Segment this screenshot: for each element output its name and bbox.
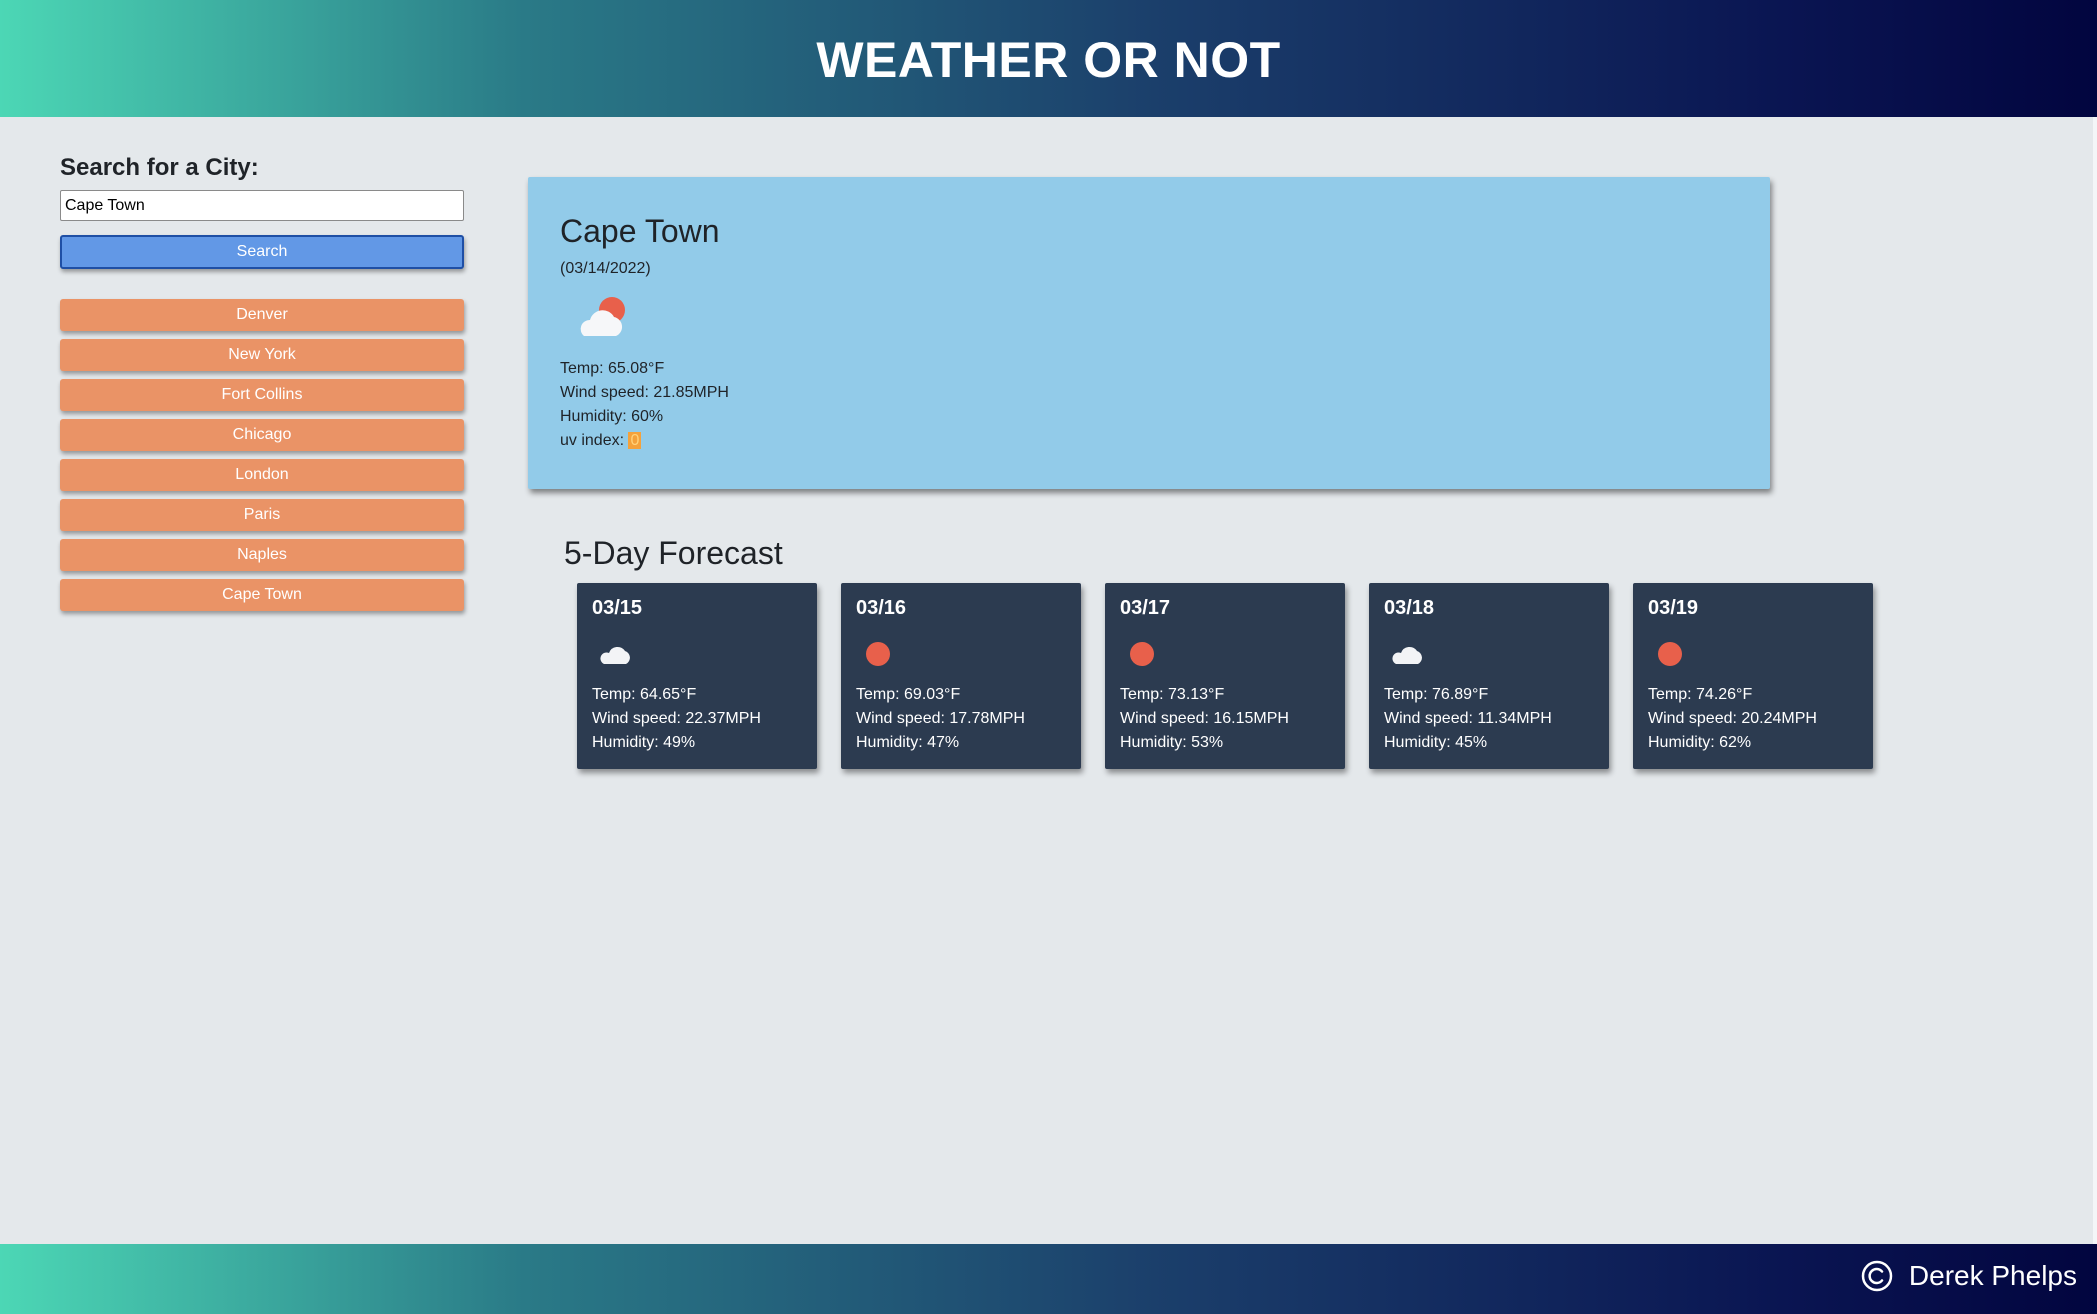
app-header: WEATHER OR NOT (0, 0, 2097, 117)
forecast-wind: Wind speed: 17.78MPH (856, 710, 1025, 727)
forecast-temp: Temp: 73.13°F (1120, 686, 1225, 703)
sun-icon (1658, 642, 1682, 666)
sun-icon (1130, 642, 1154, 666)
forecast-card: 03/16 Temp: 69.03°F Wind speed: 17.78MPH… (841, 583, 1081, 769)
forecast-wind: Wind speed: 22.37MPH (592, 710, 761, 727)
history-button-new-york[interactable]: New York (60, 339, 464, 371)
history-button-paris[interactable]: Paris (60, 499, 464, 531)
forecast-date: 03/17 (1120, 597, 1171, 619)
city-search-input[interactable] (60, 190, 464, 221)
forecast-temp: Temp: 76.89°F (1384, 686, 1489, 703)
current-wind: Wind speed: 21.85MPH (560, 384, 729, 401)
forecast-temp: Temp: 64.65°F (592, 686, 697, 703)
uv-badge: 0 (628, 432, 642, 449)
cloud-icon (1392, 646, 1422, 664)
current-humidity: Humidity: 60% (560, 408, 664, 425)
history-button-london[interactable]: London (60, 459, 464, 491)
forecast-wind: Wind speed: 16.15MPH (1120, 710, 1289, 727)
forecast-card: 03/18 Temp: 76.89°F Wind speed: 11.34MPH… (1369, 583, 1609, 769)
partly-cloudy-icon (580, 297, 625, 336)
forecast-temp: Temp: 69.03°F (856, 686, 961, 703)
copyright-icon (1861, 1260, 1893, 1292)
forecast-date: 03/16 (856, 597, 907, 619)
forecast-title: 5-Day Forecast (564, 535, 783, 571)
current-uv: uv index: 0 (560, 429, 1738, 453)
footer-credit: Derek Phelps (1861, 1260, 2077, 1292)
current-date: (03/14/2022) (560, 260, 651, 277)
author-name: Derek Phelps (1908, 1260, 2077, 1291)
history-button-naples[interactable]: Naples (60, 539, 464, 571)
current-temp: Temp: 65.08°F (560, 360, 665, 377)
forecast-card: 03/15 Temp: 64.65°F Wind speed: 22.37MPH… (577, 583, 817, 769)
cloud-icon (600, 646, 630, 664)
sun-icon (866, 642, 890, 666)
sidebar: Search for a City: Search Denver New Yor… (60, 154, 465, 619)
forecast-humidity: Humidity: 47% (856, 734, 960, 751)
uv-label: uv index: (560, 432, 629, 449)
search-history: Denver New York Fort Collins Chicago Lon… (60, 299, 465, 611)
app-footer: Derek Phelps (0, 1244, 2097, 1314)
current-weather-card: Cape Town (03/14/2022) Temp: 65.08°F Win… (528, 177, 1770, 489)
history-button-fort-collins[interactable]: Fort Collins (60, 379, 464, 411)
forecast-humidity: Humidity: 53% (1120, 734, 1224, 751)
forecast-date: 03/15 (592, 597, 643, 619)
forecast-humidity: Humidity: 49% (592, 734, 696, 751)
forecast-row: 03/15 Temp: 64.65°F Wind speed: 22.37MPH… (577, 583, 1873, 769)
forecast-temp: Temp: 74.26°F (1648, 686, 1753, 703)
page-edge (2093, 117, 2097, 1244)
history-button-cape-town[interactable]: Cape Town (60, 579, 464, 611)
forecast-humidity: Humidity: 62% (1648, 734, 1752, 751)
current-city-name: Cape Town (560, 213, 720, 249)
forecast-date: 03/18 (1384, 597, 1435, 619)
history-button-denver[interactable]: Denver (60, 299, 464, 331)
search-button[interactable]: Search (60, 235, 464, 269)
forecast-card: 03/19 Temp: 74.26°F Wind speed: 20.24MPH… (1633, 583, 1873, 769)
search-label: Search for a City: (60, 154, 259, 181)
forecast-card: 03/17 Temp: 73.13°F Wind speed: 16.15MPH… (1105, 583, 1345, 769)
forecast-date: 03/19 (1648, 597, 1699, 619)
forecast-humidity: Humidity: 45% (1384, 734, 1488, 751)
history-button-chicago[interactable]: Chicago (60, 419, 464, 451)
forecast-wind: Wind speed: 11.34MPH (1384, 710, 1552, 727)
app-title: WEATHER OR NOT (816, 31, 1281, 88)
forecast-wind: Wind speed: 20.24MPH (1648, 710, 1817, 727)
